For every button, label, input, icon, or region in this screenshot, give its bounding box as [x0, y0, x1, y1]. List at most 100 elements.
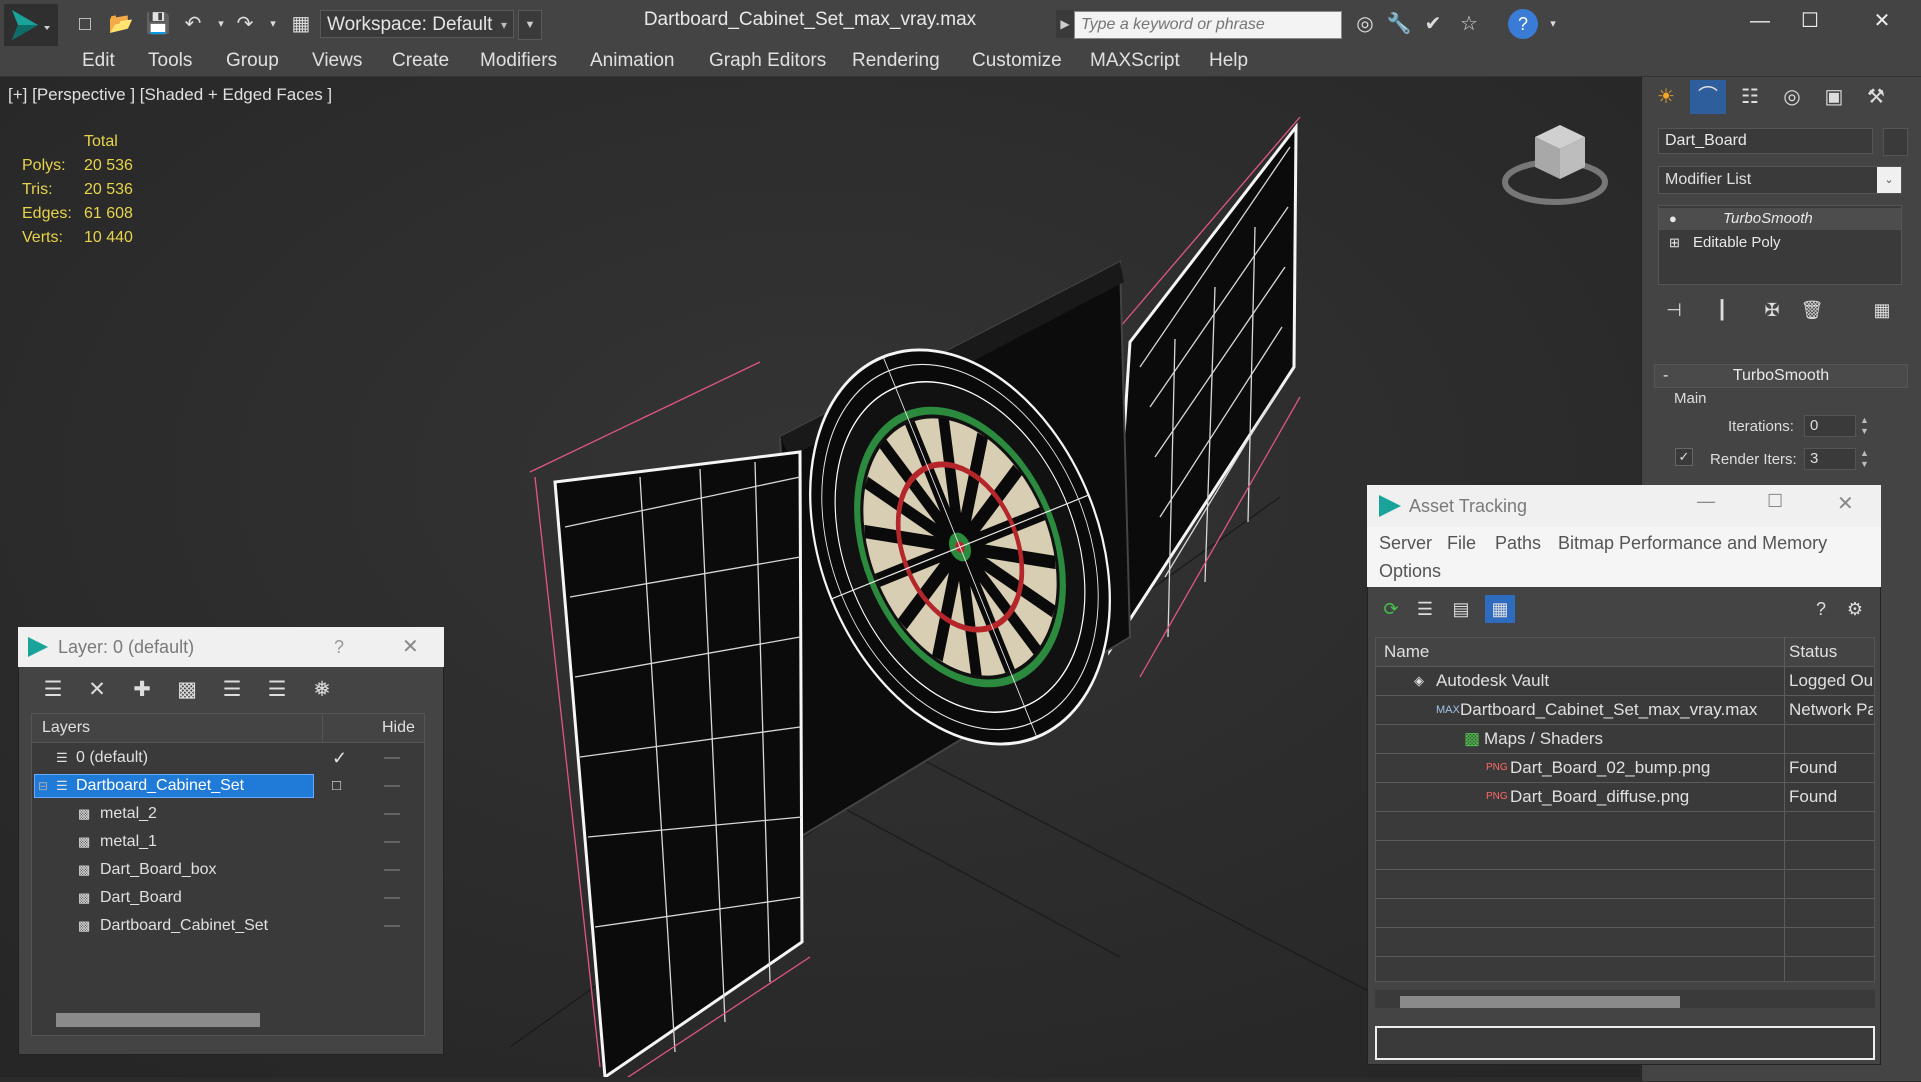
- modify-tab-icon[interactable]: ⌒: [1690, 80, 1726, 114]
- viewport-label[interactable]: [+] [Perspective ] [Shaded + Edged Faces…: [8, 85, 332, 105]
- configure-modifier-sets-icon[interactable]: ▦: [1868, 296, 1896, 324]
- asset-scroll-thumb[interactable]: [1400, 996, 1680, 1008]
- help-button[interactable]: ?: [334, 637, 344, 658]
- turbosmooth-rollout-header[interactable]: - TurboSmooth: [1654, 364, 1908, 388]
- vault-status-icon[interactable]: ⚙: [1841, 595, 1869, 623]
- favorites-star-icon[interactable]: ☆: [1456, 12, 1482, 36]
- spinner-arrows-icon[interactable]: ▲ ▼: [1860, 415, 1869, 437]
- open-file-icon[interactable]: 📂: [108, 12, 134, 36]
- project-folder-icon[interactable]: ▦: [288, 12, 314, 36]
- binoculars-icon[interactable]: ◎: [1352, 12, 1378, 36]
- collapse-icon[interactable]: ⊟: [38, 772, 48, 800]
- freeze-all-layers-icon[interactable]: ❅: [307, 673, 337, 707]
- motion-tab-icon[interactable]: ◎: [1774, 80, 1810, 114]
- maximize-button[interactable]: ☐: [1780, 4, 1840, 38]
- column-status-header[interactable]: Status: [1789, 638, 1873, 666]
- menu-animation[interactable]: Animation: [590, 46, 675, 76]
- object-row[interactable]: ▩ Dartboard_Cabinet_Set —: [32, 912, 424, 940]
- show-end-result-icon[interactable]: ┃: [1708, 296, 1736, 324]
- redo-icon[interactable]: ↷: [232, 12, 258, 36]
- asset-row[interactable]: MAX Dartboard_Cabinet_Set_max_vray.max N…: [1376, 696, 1874, 725]
- object-row[interactable]: ▩ metal_1 —: [32, 828, 424, 856]
- list-view-icon[interactable]: ☰: [1411, 595, 1439, 623]
- asset-row[interactable]: ◈ Autodesk Vault Logged Out: [1376, 667, 1874, 696]
- hierarchy-tab-icon[interactable]: ☷: [1732, 80, 1768, 114]
- hide-toggle[interactable]: —: [384, 772, 400, 800]
- select-layers-icon[interactable]: ☰: [217, 673, 247, 707]
- vault-help-icon[interactable]: ?: [1807, 595, 1835, 623]
- add-to-layer-icon[interactable]: ✚: [127, 673, 157, 707]
- hide-toggle[interactable]: —: [384, 912, 400, 940]
- make-unique-icon[interactable]: ✠: [1758, 296, 1786, 324]
- hide-toggle[interactable]: —: [384, 884, 400, 912]
- new-file-icon[interactable]: □: [72, 12, 98, 36]
- column-hide-header[interactable]: Hide: [382, 714, 415, 742]
- remove-modifier-icon[interactable]: 🗑: [1798, 296, 1826, 324]
- asset-menu-paths[interactable]: Paths: [1495, 533, 1541, 554]
- close-button[interactable]: ✕: [402, 634, 419, 659]
- hide-toggle[interactable]: —: [384, 744, 400, 772]
- make-current-icon[interactable]: □: [332, 772, 341, 800]
- render-iters-spinner[interactable]: 3: [1804, 448, 1856, 470]
- wrench-icon[interactable]: 🔧: [1386, 12, 1412, 36]
- spinner-arrows-icon[interactable]: ▲ ▼: [1860, 448, 1869, 470]
- layer-scroll-thumb[interactable]: [56, 1013, 260, 1027]
- minimize-button[interactable]: —: [1697, 491, 1715, 512]
- menu-create[interactable]: Create: [392, 46, 449, 76]
- help-icon[interactable]: ?: [1508, 9, 1538, 39]
- object-name-field[interactable]: Dart_Board: [1658, 128, 1873, 154]
- layer-row[interactable]: ⊟ ☰ Dartboard_Cabinet_Set □ —: [32, 772, 424, 800]
- asset-menu-options[interactable]: Options: [1379, 561, 1441, 582]
- save-file-icon[interactable]: 💾: [145, 12, 171, 36]
- menu-edit[interactable]: Edit: [82, 46, 115, 76]
- modifier-list-dropdown[interactable]: Modifier List ⌄: [1658, 166, 1902, 194]
- object-row[interactable]: ▩ Dart_Board_box —: [32, 856, 424, 884]
- menu-group[interactable]: Group: [226, 46, 279, 76]
- menu-maxscript[interactable]: MAXScript: [1090, 46, 1180, 76]
- asset-menu-bitmap[interactable]: Bitmap Performance and Memory: [1558, 533, 1827, 554]
- asset-menu-file[interactable]: File: [1447, 533, 1476, 554]
- stack-item-turbosmooth[interactable]: ● TurboSmooth: [1659, 208, 1901, 230]
- refresh-icon[interactable]: ⟳: [1377, 595, 1405, 623]
- menu-rendering[interactable]: Rendering: [852, 46, 940, 76]
- undo-icon[interactable]: ↶: [180, 12, 206, 36]
- object-row[interactable]: ▩ metal_2 —: [32, 800, 424, 828]
- asset-row[interactable]: PNG Dart_Board_diffuse.png Found: [1376, 783, 1874, 812]
- app-logo-button[interactable]: [4, 4, 58, 50]
- rollout-collapse-icon[interactable]: -: [1663, 365, 1668, 387]
- close-button[interactable]: ✕: [1837, 491, 1854, 516]
- hide-toggle[interactable]: —: [384, 828, 400, 856]
- utilities-tab-icon[interactable]: ⚒: [1858, 80, 1894, 114]
- object-color-swatch[interactable]: [1883, 128, 1908, 156]
- column-separator[interactable]: [322, 714, 323, 742]
- maximize-button[interactable]: ☐: [1767, 491, 1783, 512]
- asset-row[interactable]: PNG Dart_Board_02_bump.png Found: [1376, 754, 1874, 783]
- asset-menu-server[interactable]: Server: [1379, 533, 1432, 554]
- workspace-menu-button[interactable]: ▼: [518, 10, 542, 40]
- asset-path-field[interactable]: [1375, 1026, 1875, 1060]
- layer-row[interactable]: ☰ 0 (default) ✓ —: [32, 744, 424, 772]
- search-input[interactable]: [1074, 11, 1342, 39]
- lightbulb-icon[interactable]: ●: [1669, 208, 1677, 230]
- active-layer-check-icon[interactable]: ✓: [332, 744, 347, 772]
- table-view-icon[interactable]: ▦: [1485, 595, 1515, 623]
- render-iters-checkbox[interactable]: ✓: [1675, 448, 1693, 466]
- workspace-selector[interactable]: Workspace: Default ▾: [320, 10, 514, 38]
- pin-stack-icon[interactable]: ⊣: [1660, 296, 1688, 324]
- redo-dropdown-icon[interactable]: ▾: [260, 12, 286, 36]
- hide-toggle[interactable]: —: [384, 856, 400, 884]
- tree-view-icon[interactable]: ▤: [1447, 595, 1475, 623]
- menu-tools[interactable]: Tools: [148, 46, 192, 76]
- menu-views[interactable]: Views: [312, 46, 362, 76]
- create-tab-icon[interactable]: ☀: [1648, 80, 1684, 114]
- iterations-spinner[interactable]: 0: [1804, 415, 1856, 437]
- help-dropdown-icon[interactable]: ▾: [1540, 12, 1566, 36]
- layer-window-titlebar[interactable]: Layer: 0 (default) ? ✕: [18, 627, 444, 667]
- asset-tracking-titlebar[interactable]: Asset Tracking — ☐ ✕: [1367, 485, 1881, 527]
- communication-icon[interactable]: ✔: [1420, 12, 1446, 36]
- display-tab-icon[interactable]: ▣: [1816, 80, 1852, 114]
- menu-help[interactable]: Help: [1209, 46, 1248, 76]
- hide-toggle[interactable]: —: [384, 800, 400, 828]
- create-layer-icon[interactable]: ☰: [38, 673, 68, 707]
- close-button[interactable]: ✕: [1852, 4, 1912, 38]
